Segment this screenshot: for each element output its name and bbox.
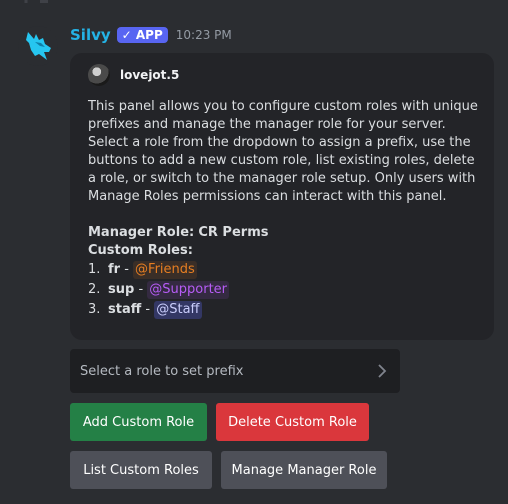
- role-prefix-select[interactable]: Select a role to set prefix: [70, 349, 400, 393]
- author-avatar-icon: [88, 64, 110, 86]
- list-item: 1. fr - @Friends: [88, 260, 480, 280]
- delete-custom-role-button[interactable]: Delete Custom Role: [216, 403, 369, 441]
- role-prefix: fr: [108, 262, 121, 277]
- list-item: 3. staff - @Staff: [88, 300, 480, 320]
- embed-author-name: lovejot.5: [120, 68, 180, 82]
- role-prefix: staff: [108, 302, 142, 317]
- separator: -: [134, 282, 148, 297]
- role-mention-staff[interactable]: @Staff: [154, 301, 202, 319]
- custom-roles-label: Custom Roles:: [88, 243, 193, 258]
- bot-avatar[interactable]: [18, 26, 58, 66]
- manager-role-line: Manager Role: CR Perms: [88, 224, 480, 242]
- list-item-number: 2.: [88, 282, 101, 297]
- separator: -: [120, 262, 134, 277]
- embed-card: lovejot.5 This panel allows you to confi…: [70, 53, 494, 340]
- role-mention-supporter[interactable]: @Supporter: [147, 281, 230, 299]
- manage-manager-role-button[interactable]: Manage Manager Role: [221, 451, 387, 489]
- manager-role-value: CR Perms: [198, 225, 269, 240]
- embed-description-text: This panel allows you to configure custo…: [88, 99, 478, 204]
- message-timestamp: 10:23 PM: [175, 28, 232, 42]
- embed-description: This panel allows you to configure custo…: [88, 98, 480, 320]
- role-mention-friends[interactable]: @Friends: [133, 261, 197, 279]
- app-badge: ✓ APP: [116, 27, 168, 43]
- message-header: Silvy ✓ APP 10:23 PM: [70, 25, 232, 45]
- add-custom-role-button[interactable]: Add Custom Role: [70, 403, 207, 441]
- separator: -: [141, 302, 155, 317]
- manager-role-label: Manager Role:: [88, 225, 195, 240]
- bot-username[interactable]: Silvy: [70, 26, 111, 44]
- role-prefix: sup: [108, 282, 135, 297]
- wolf-icon: [26, 32, 51, 60]
- embed-author: lovejot.5: [88, 64, 476, 86]
- custom-roles-list: 1. fr - @Friends 2. sup - @Supporter 3. …: [88, 260, 480, 320]
- list-item: 2. sup - @Supporter: [88, 280, 480, 300]
- list-item-number: 1.: [88, 262, 101, 277]
- select-placeholder: Select a role to set prefix: [80, 363, 244, 379]
- list-item-number: 3.: [88, 302, 101, 317]
- chevron-right-icon: [378, 364, 387, 378]
- list-custom-roles-button[interactable]: List Custom Roles: [70, 451, 212, 489]
- previous-message-edge: [24, 0, 48, 3]
